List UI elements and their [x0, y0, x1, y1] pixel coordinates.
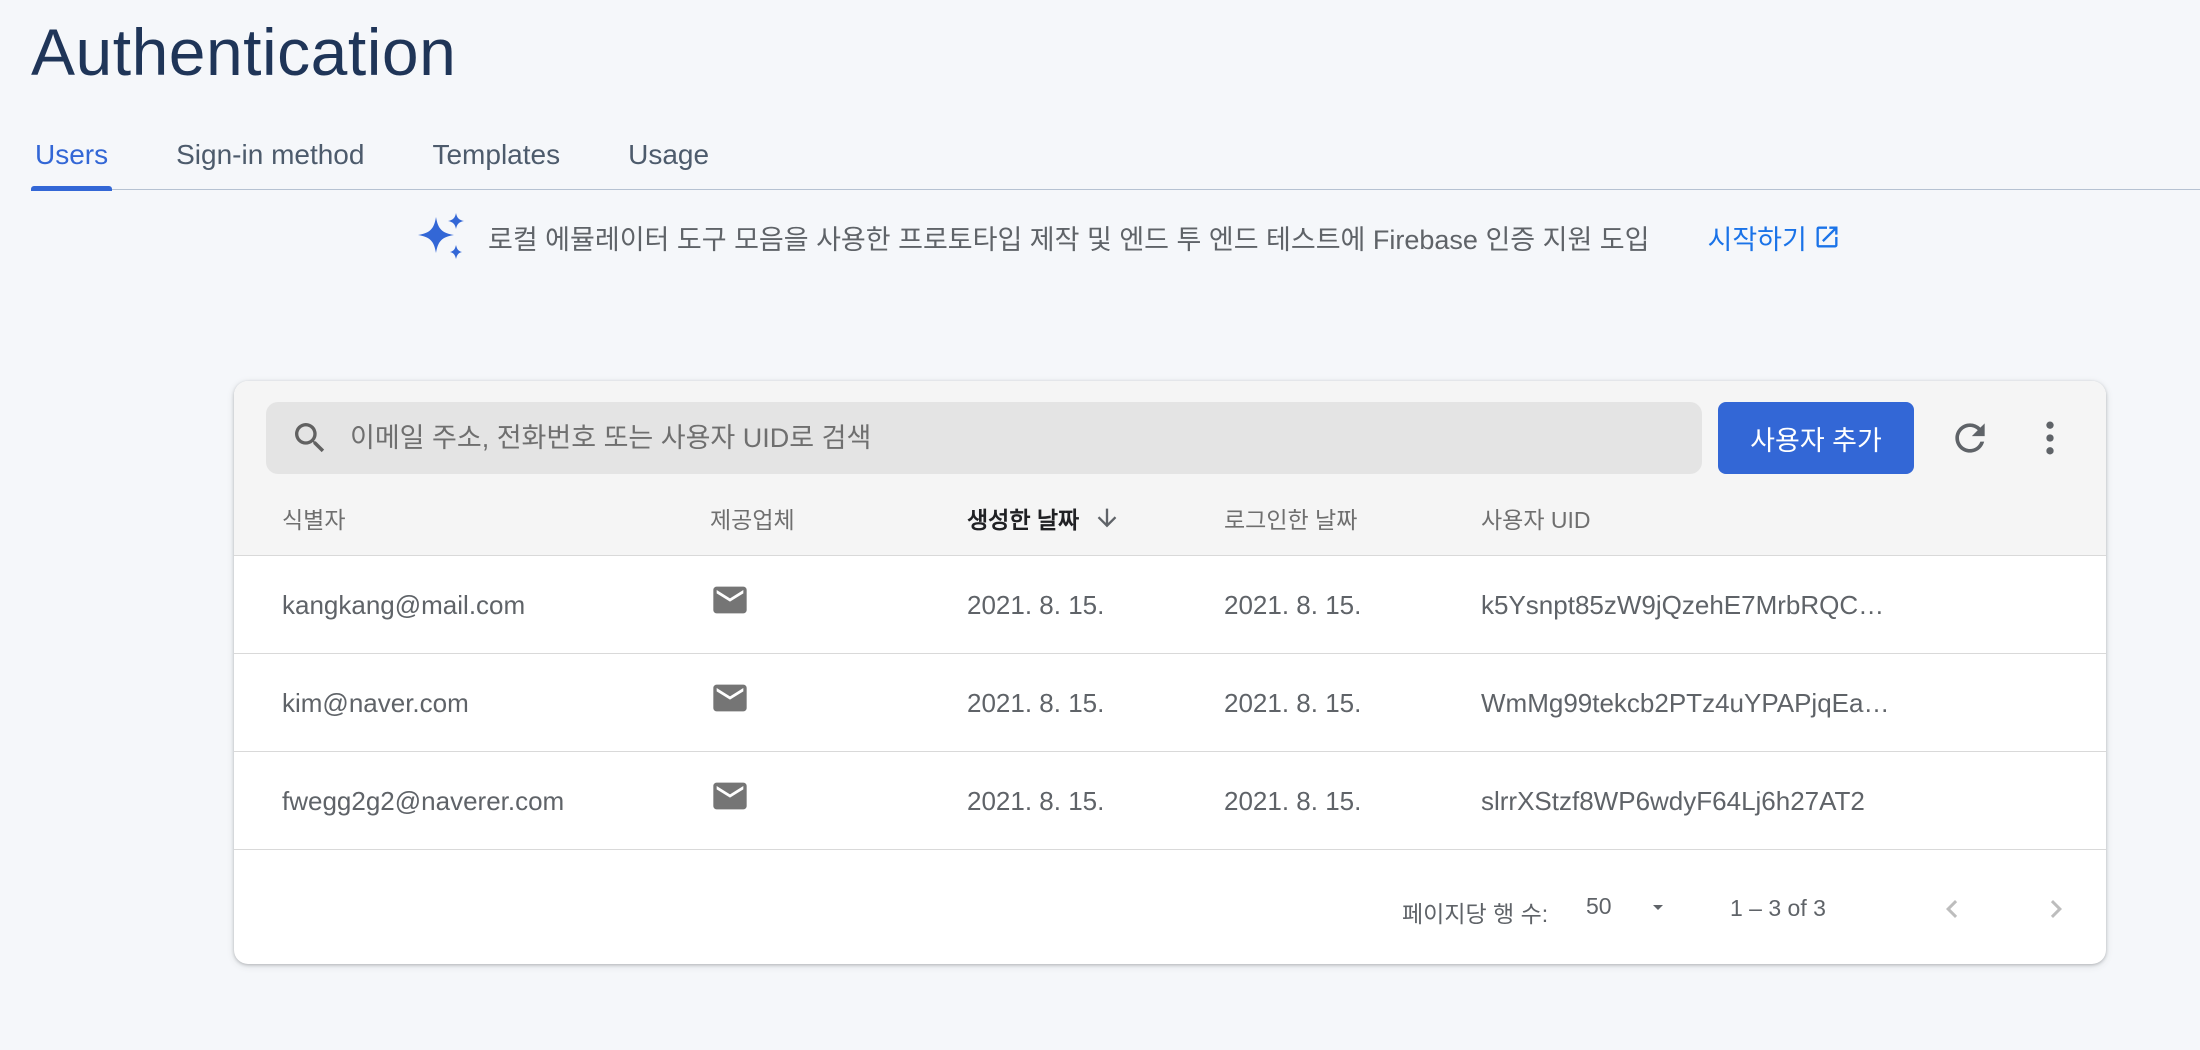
open-in-new-icon	[1816, 226, 1838, 248]
column-header-label: 사용자 UID	[1481, 507, 1591, 533]
tab-usage[interactable]: Usage	[624, 120, 713, 190]
email-icon	[713, 684, 747, 712]
column-header-label: 식별자	[282, 507, 346, 533]
signed-in-date-cell: 2021. 8. 15.	[1224, 589, 1362, 620]
uid-cell: WmMg99tekcb2PTz4uYPAPjqEa0…	[1481, 654, 1901, 752]
search-icon	[295, 423, 325, 453]
tab-users[interactable]: Users	[31, 120, 113, 191]
more-options-button[interactable]	[2026, 414, 2074, 462]
rows-per-page-value: 50	[1586, 893, 1612, 919]
tab-users-label: Users	[35, 139, 109, 170]
authentication-page: Authentication Users Sign-in method Temp…	[0, 0, 2200, 1050]
more-vert-icon	[2046, 421, 2054, 455]
table-row[interactable]: fwegg2g2@naverer.com 2021. 8. 15. 2021. …	[234, 752, 2106, 850]
identifier-cell: fwegg2g2@naverer.com	[282, 785, 565, 816]
previous-page-button[interactable]	[1934, 891, 1970, 933]
search-box[interactable]	[266, 402, 1702, 474]
created-date-cell: 2021. 8. 15.	[967, 687, 1105, 718]
tab-templates[interactable]: Templates	[428, 120, 564, 190]
tab-sign-in-method[interactable]: Sign-in method	[172, 120, 368, 190]
provider-cell	[710, 556, 750, 654]
table-toolbar: 사용자 추가 식별자 제공업체 생성한 날짜 로그인한 날짜 사용자 UID	[234, 381, 2106, 556]
column-header-created[interactable]: 생성한 날짜	[967, 501, 1121, 535]
rows-per-page-label: 페이지당 행 수:	[1402, 901, 1549, 927]
table-row[interactable]: kim@naver.com 2021. 8. 15. 2021. 8. 15. …	[234, 654, 2106, 752]
users-table-card: 사용자 추가 식별자 제공업체 생성한 날짜 로그인한 날짜 사용자 UID	[234, 381, 2106, 964]
tab-templates-label: Templates	[432, 139, 561, 170]
dropdown-arrow-icon	[1652, 904, 1663, 910]
column-header-identifier[interactable]: 식별자	[282, 501, 345, 535]
pagination-range: 1 – 3 of 3	[1730, 895, 1826, 921]
tab-sign-in-method-label: Sign-in method	[176, 139, 365, 170]
refresh-icon	[1955, 423, 1985, 453]
column-header-label: 로그인한 날짜	[1224, 507, 1358, 533]
tab-bar: Users Sign-in method Templates Usage	[31, 120, 2200, 191]
next-page-button[interactable]	[2038, 891, 2074, 933]
identifier-cell: kim@naver.com	[282, 687, 469, 718]
signed-in-date-cell: 2021. 8. 15.	[1224, 687, 1362, 718]
refresh-button[interactable]	[1946, 414, 1994, 462]
chevron-left-icon	[1946, 900, 1958, 918]
uid-cell: k5Ysnpt85zW9jQzehE7MrbRQCs82	[1481, 556, 1901, 654]
created-date-cell: 2021. 8. 15.	[967, 589, 1105, 620]
pagination-bar: 페이지당 행 수: 50 1 – 3 of 3	[234, 857, 2106, 964]
provider-cell	[710, 752, 750, 850]
uid-text: slrrXStzf8WP6wdyF64Lj6h27AT2	[1481, 786, 1865, 816]
table-row[interactable]: kangkang@mail.com 2021. 8. 15. 2021. 8. …	[234, 556, 2106, 654]
email-icon	[713, 782, 747, 810]
signed-in-date-cell: 2021. 8. 15.	[1224, 785, 1362, 816]
get-started-label: 시작하기	[1707, 224, 1807, 255]
page-title: Authentication	[31, 15, 457, 89]
provider-cell	[710, 654, 750, 752]
uid-text: k5Ysnpt85zW9jQzehE7MrbRQCs82	[1481, 590, 1891, 620]
uid-cell: slrrXStzf8WP6wdyF64Lj6h27AT2	[1481, 752, 1901, 850]
created-date-cell: 2021. 8. 15.	[967, 785, 1105, 816]
column-header-label: 제공업체	[710, 507, 795, 533]
identifier-cell: kangkang@mail.com	[282, 589, 526, 620]
tab-usage-label: Usage	[628, 139, 710, 170]
column-header-signed-in[interactable]: 로그인한 날짜	[1224, 501, 1357, 535]
search-input[interactable]	[350, 402, 1702, 474]
promo-banner: 로컬 에뮬레이터 도구 모음을 사용한 프로토타입 제작 및 엔드 투 엔드 테…	[416, 212, 1841, 262]
promo-text: 로컬 에뮬레이터 도구 모음을 사용한 프로토타입 제작 및 엔드 투 엔드 테…	[488, 224, 1650, 255]
add-user-button[interactable]: 사용자 추가	[1718, 402, 1914, 474]
rows-per-page-select[interactable]: 50	[1586, 893, 1670, 920]
arrow-down-icon	[1097, 508, 1117, 528]
column-header-label: 생성한 날짜	[967, 507, 1080, 533]
sparkle-icon	[418, 213, 464, 259]
column-header-uid[interactable]: 사용자 UID	[1481, 501, 1901, 535]
chevron-right-icon	[2050, 900, 2062, 918]
get-started-link[interactable]: 시작하기	[1708, 218, 1841, 257]
email-icon	[713, 586, 747, 614]
column-header-provider[interactable]: 제공업체	[710, 501, 795, 535]
uid-text: WmMg99tekcb2PTz4uYPAPjqEa0…	[1481, 688, 1891, 718]
